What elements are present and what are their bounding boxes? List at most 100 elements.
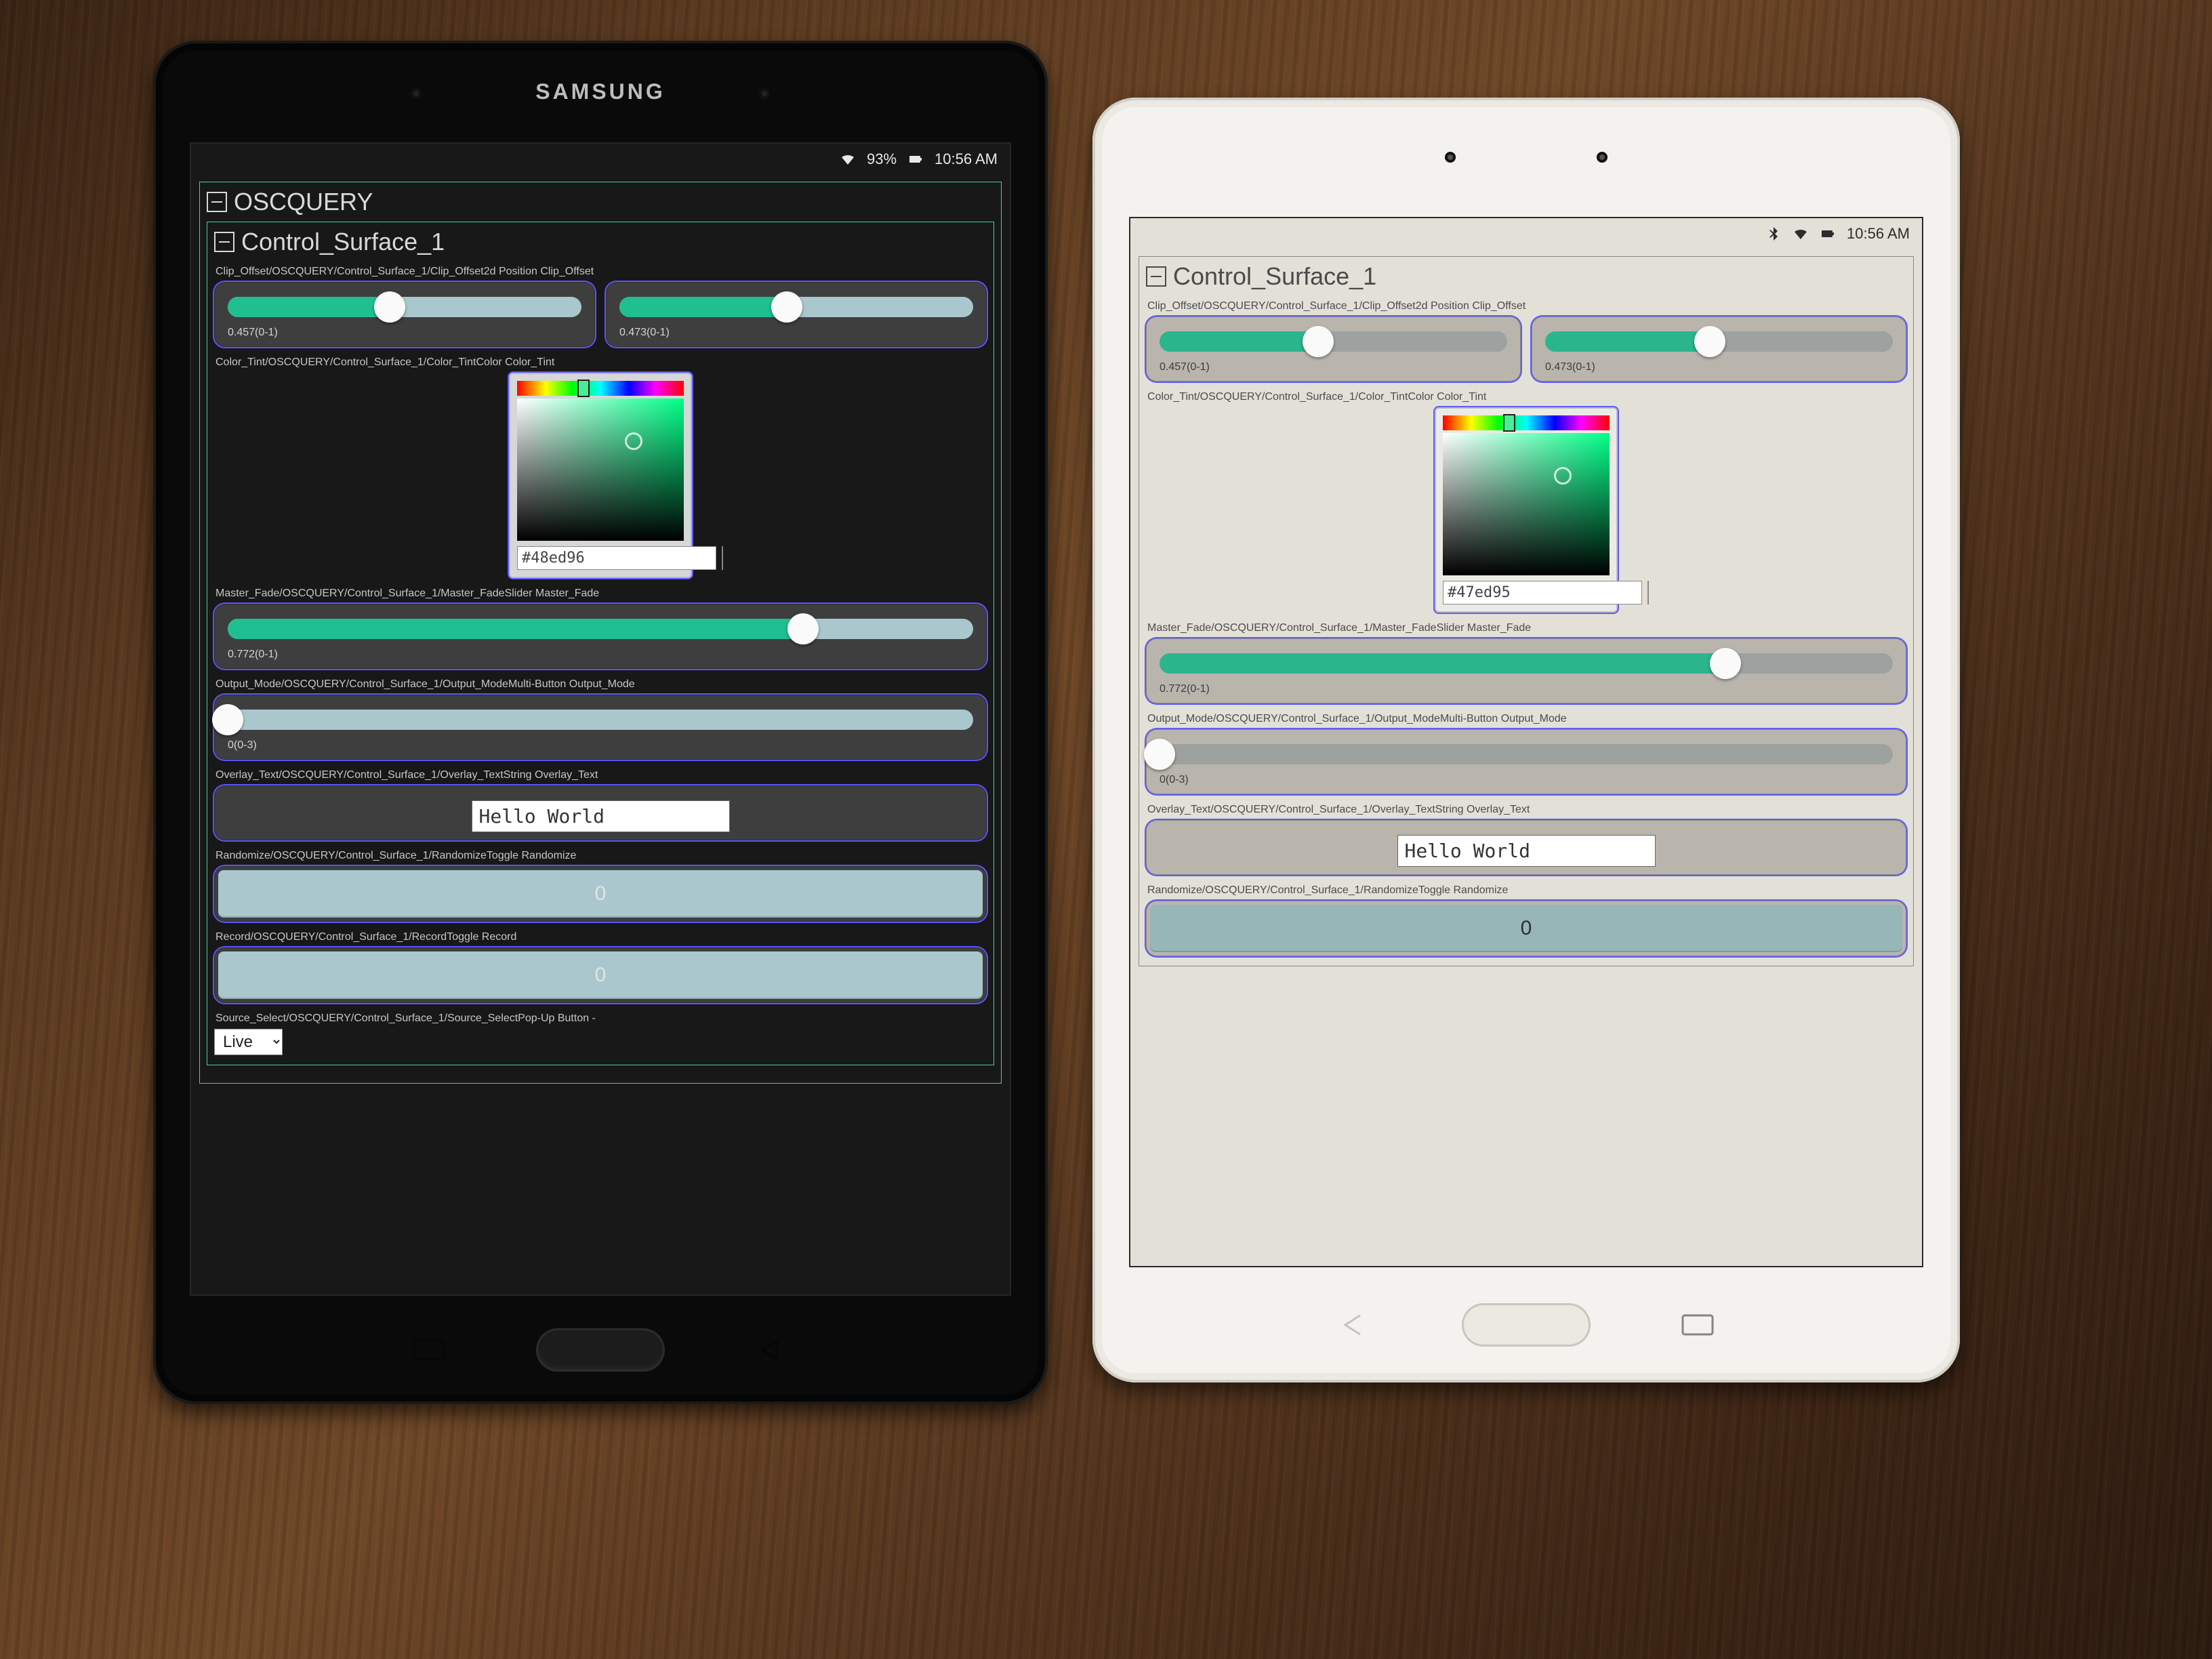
overlay-text-label: Overlay_Text/OSCQUERY/Control_Surface_1/…: [216, 769, 985, 781]
tablet-samsung-dark: SAMSUNG 93% 10:56 AM OSCQUERY: [153, 41, 1048, 1404]
randomize-toggle[interactable]: 0: [218, 870, 983, 918]
collapse-icon[interactable]: [207, 192, 227, 212]
master-fade-caption: 0.772(0-1): [1160, 683, 1893, 695]
record-label: Record/OSCQUERY/Control_Surface_1/Record…: [216, 931, 985, 943]
master-fade-slider[interactable]: [228, 619, 973, 639]
clip-offset-x-slider[interactable]: [228, 297, 581, 317]
clip-offset-x-panel: 0.457(0-1): [1146, 316, 1521, 382]
recents-icon[interactable]: [1679, 1311, 1717, 1338]
hw-top: SAMSUNG: [153, 41, 1048, 142]
color-swatch: [1647, 581, 1649, 605]
master-fade-panel: 0.772(0-1): [214, 604, 987, 669]
hw-bottom: [1092, 1267, 1960, 1382]
source-select-label: Source_Select/OSCQUERY/Control_Surface_1…: [216, 1012, 985, 1025]
record-value: 0: [595, 964, 607, 986]
home-button[interactable]: [536, 1328, 665, 1372]
sv-field[interactable]: [1443, 433, 1610, 575]
sv-field[interactable]: [517, 398, 684, 541]
clip-offset-row: 0.457(0-1) 0.473(0-1): [214, 282, 987, 347]
clip-offset-y-panel: 0.473(0-1): [1532, 316, 1906, 382]
bluetooth-icon: [1765, 226, 1782, 242]
root-title: OSCQUERY: [234, 188, 373, 216]
recents-icon[interactable]: [410, 1336, 448, 1364]
hue-strip[interactable]: [517, 381, 684, 396]
hw-sensor: [1445, 152, 1456, 163]
record-toggle[interactable]: 0: [218, 951, 983, 999]
master-fade-label: Master_Fade/OSCQUERY/Control_Surface_1/M…: [216, 588, 985, 600]
output-mode-label: Output_Mode/OSCQUERY/Control_Surface_1/O…: [216, 678, 985, 691]
surface-header[interactable]: Control_Surface_1: [1146, 262, 1906, 291]
overlay-text-input[interactable]: [1397, 835, 1656, 867]
status-bar: 10:56 AM: [1130, 218, 1922, 249]
home-button[interactable]: [1462, 1303, 1591, 1347]
sv-cursor[interactable]: [625, 432, 642, 450]
overlay-text-input[interactable]: [472, 800, 730, 832]
root-group: OSCQUERY Control_Surface_1 Clip_Offset/O…: [199, 182, 1002, 1084]
overlay-text-panel: [214, 785, 987, 840]
color-picker[interactable]: [1435, 407, 1618, 613]
output-mode-slider[interactable]: [228, 710, 973, 730]
root-header[interactable]: OSCQUERY: [207, 188, 994, 216]
surface-title: Control_Surface_1: [1173, 262, 1376, 291]
hue-cursor[interactable]: [1503, 414, 1515, 432]
hw-camera: [759, 88, 770, 99]
clip-offset-y-panel: 0.473(0-1): [606, 282, 987, 347]
clip-offset-y-slider[interactable]: [1545, 331, 1893, 352]
battery-icon: [907, 151, 924, 167]
hw-sensor: [411, 88, 422, 99]
output-mode-panel: 0(0-3): [214, 695, 987, 760]
output-mode-caption: 0(0-3): [1160, 774, 1893, 786]
clip-offset-y-caption: 0.473(0-1): [1545, 361, 1893, 373]
screen: 10:56 AM Control_Surface_1 Clip_Offset/O…: [1129, 217, 1923, 1267]
color-picker[interactable]: [509, 373, 692, 578]
overlay-text-label: Overlay_Text/OSCQUERY/Control_Surface_1/…: [1147, 804, 1905, 816]
hue-strip[interactable]: [1443, 415, 1610, 430]
clip-offset-y-caption: 0.473(0-1): [619, 327, 973, 339]
output-mode-slider[interactable]: [1160, 744, 1893, 764]
wifi-icon: [840, 151, 856, 167]
battery-percent: 93%: [867, 150, 897, 168]
battery-icon: [1820, 226, 1836, 242]
hw-top: [1092, 98, 1960, 217]
source-select[interactable]: Live: [214, 1029, 283, 1055]
collapse-icon[interactable]: [1146, 266, 1166, 287]
screen: 93% 10:56 AM OSCQUERY Control_Surface_1: [190, 142, 1011, 1296]
clip-offset-y-slider[interactable]: [619, 297, 973, 317]
hex-input[interactable]: [1443, 581, 1642, 605]
oscquery-page: OSCQUERY Control_Surface_1 Clip_Offset/O…: [191, 175, 1010, 1294]
randomize-label: Randomize/OSCQUERY/Control_Surface_1/Ran…: [216, 850, 985, 862]
master-fade-slider[interactable]: [1160, 653, 1893, 674]
sv-cursor[interactable]: [1554, 467, 1572, 485]
hw-bottom: [153, 1296, 1048, 1404]
hw-brand-logo: SAMSUNG: [535, 79, 665, 104]
hue-cursor[interactable]: [577, 380, 590, 397]
master-fade-caption: 0.772(0-1): [228, 649, 973, 661]
output-mode-label: Output_Mode/OSCQUERY/Control_Surface_1/O…: [1147, 713, 1905, 725]
overlay-text-panel: [1146, 820, 1906, 875]
back-icon[interactable]: [1336, 1311, 1374, 1338]
color-tint-panel: [214, 373, 987, 578]
status-bar: 93% 10:56 AM: [191, 144, 1010, 175]
hex-input[interactable]: [517, 546, 716, 570]
randomize-value: 0: [1521, 917, 1532, 939]
output-mode-panel: 0(0-3): [1146, 729, 1906, 794]
color-tint-panel: [1146, 407, 1906, 613]
color-tint-label: Color_Tint/OSCQUERY/Control_Surface_1/Co…: [1147, 391, 1905, 403]
randomize-value: 0: [595, 882, 607, 905]
clip-offset-row: 0.457(0-1) 0.473(0-1): [1146, 316, 1906, 382]
randomize-toggle[interactable]: 0: [1150, 905, 1902, 952]
surface-header[interactable]: Control_Surface_1: [214, 228, 987, 256]
clip-offset-label: Clip_Offset/OSCQUERY/Control_Surface_1/C…: [1147, 300, 1905, 312]
clip-offset-x-slider[interactable]: [1160, 331, 1507, 352]
oscquery-page: Control_Surface_1 Clip_Offset/OSCQUERY/C…: [1130, 249, 1922, 1266]
clock: 10:56 AM: [1847, 225, 1910, 243]
tablet-light: 10:56 AM Control_Surface_1 Clip_Offset/O…: [1092, 98, 1960, 1382]
collapse-icon[interactable]: [214, 232, 234, 252]
surface-group: Control_Surface_1 Clip_Offset/OSCQUERY/C…: [1139, 256, 1914, 966]
master-fade-label: Master_Fade/OSCQUERY/Control_Surface_1/M…: [1147, 622, 1905, 634]
output-mode-caption: 0(0-3): [228, 739, 973, 752]
record-panel: 0: [214, 947, 987, 1003]
back-icon[interactable]: [753, 1336, 791, 1364]
surface-title: Control_Surface_1: [241, 228, 445, 256]
randomize-label: Randomize/OSCQUERY/Control_Surface_1/Ran…: [1147, 884, 1905, 897]
